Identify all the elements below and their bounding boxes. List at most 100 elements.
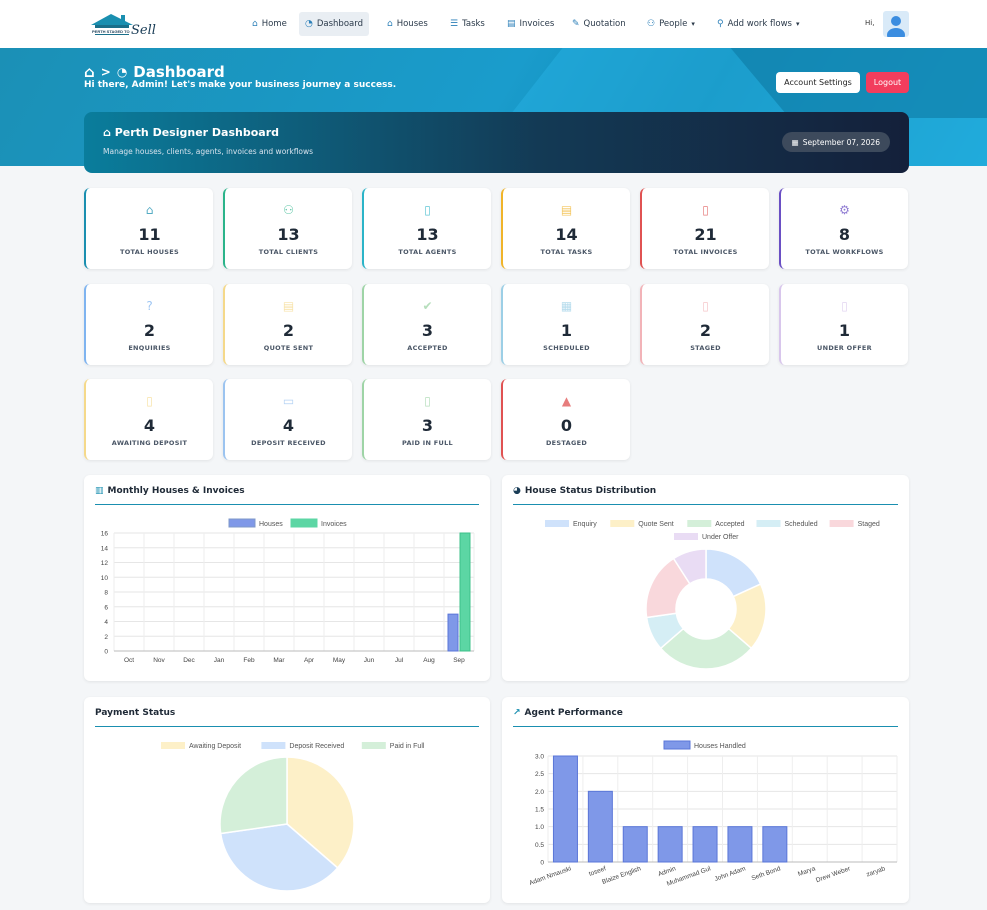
y-tick-label: 2.5 — [535, 771, 544, 778]
stat-label: ENQUIRIES — [128, 344, 171, 352]
logo[interactable]: PERTH STAGED TO Sell — [89, 11, 161, 38]
stat-value: 1 — [838, 321, 851, 340]
stat-card-total-invoices[interactable]: ▯ 21 TOTAL INVOICES — [640, 188, 769, 269]
stat-value: 4 — [143, 416, 156, 435]
stat-card-deposit-received[interactable]: ▭ 4 DEPOSIT RECEIVED — [223, 379, 352, 460]
hourglass-icon: ▯ — [146, 394, 153, 408]
stat-card-quote-sent[interactable]: ▤ 2 QUOTE SENT — [223, 284, 352, 365]
nav-add-workflows[interactable]: ⚲ Add work flows ▾ — [711, 12, 805, 36]
y-tick-label: 16 — [101, 531, 109, 538]
stat-card-total-tasks[interactable]: ▤ 14 TOTAL TASKS — [501, 188, 630, 269]
y-tick-label: 0.5 — [535, 842, 544, 849]
legend-swatch — [228, 518, 256, 528]
nav-home[interactable]: ⌂ Home — [246, 12, 293, 36]
cogs-icon: ⚙ — [839, 203, 850, 217]
bar — [552, 755, 578, 863]
x-tick-label: Mar — [273, 657, 285, 664]
logout-button[interactable]: Logout — [866, 72, 909, 93]
workflow-icon: ⚲ — [717, 19, 724, 29]
legend-label: Accepted — [715, 521, 744, 528]
nav-dashboard-label: Dashboard — [316, 19, 363, 29]
invoice-icon: ▯ — [702, 203, 709, 217]
agent-icon: ▯ — [424, 203, 431, 217]
legend-swatch — [687, 520, 712, 527]
nav-invoices[interactable]: ▤ Invoices — [501, 12, 560, 36]
legend-swatch — [829, 520, 854, 527]
legend-swatch — [756, 520, 781, 527]
bar — [692, 826, 718, 863]
stat-value: 2 — [699, 321, 712, 340]
payment-chart: Awaiting Deposit Deposit Received Paid in … — [161, 742, 425, 892]
stat-card-enquiries[interactable]: ? 2 ENQUIRIES — [84, 284, 213, 365]
svg-text:Sell: Sell — [131, 23, 156, 38]
banner-title: ⌂ Perth Designer Dashboard — [103, 126, 279, 139]
stat-label: TOTAL TASKS — [540, 248, 593, 256]
x-tick-label: toseef — [588, 865, 607, 878]
stat-value: 3 — [421, 416, 434, 435]
stat-label: DEPOSIT RECEIVED — [251, 439, 326, 447]
staged-icon: ▯ — [702, 299, 709, 313]
home-icon[interactable]: ⌂ — [84, 63, 95, 81]
legend-label: Staged — [858, 521, 880, 528]
y-tick-label: 10 — [101, 575, 109, 582]
nav-tasks[interactable]: ☰ Tasks — [444, 12, 491, 36]
banner-title-text: Perth Designer Dashboard — [114, 126, 279, 139]
agent-chart-panel: ↗ Agent Performance Houses Handled 0 0.5 1.0… — [502, 697, 909, 903]
stat-card-total-workflows[interactable]: ⚙ 8 TOTAL WORKFLOWS — [779, 188, 908, 269]
avatar[interactable] — [883, 11, 909, 37]
y-tick-label: 14 — [101, 545, 109, 552]
stat-card-paid-in-full[interactable]: ▯ 3 PAID IN FULL — [362, 379, 491, 460]
credit-card-icon: ▭ — [282, 394, 295, 408]
stat-card-total-clients[interactable]: ⚇ 13 TOTAL CLIENTS — [223, 188, 352, 269]
x-tick-label: Sep — [453, 657, 465, 664]
monthly-chart-panel: ▥ Monthly Houses & Invoices Houses Invoice… — [84, 475, 490, 681]
legend-swatch — [290, 518, 318, 528]
nav-workflows-label: Add work flows — [727, 19, 792, 29]
stat-card-awaiting-deposit[interactable]: ▯ 4 AWAITING DEPOSIT — [84, 379, 213, 460]
stat-label: UNDER OFFER — [817, 344, 872, 352]
stat-value: 11 — [138, 225, 161, 244]
payment-chart-panel: Payment Status Awaiting Deposit Deposit R… — [84, 697, 490, 903]
home-icon: ⌂ — [145, 203, 154, 217]
stat-card-under-offer[interactable]: ▯ 1 UNDER OFFER — [779, 284, 908, 365]
legend-swatch — [663, 740, 691, 750]
stat-label: SCHEDULED — [543, 344, 590, 352]
legend-label: Under Offer — [702, 534, 739, 541]
legend-swatch — [545, 520, 569, 527]
dashboard-icon: ◔ — [116, 65, 128, 79]
stat-card-total-agents[interactable]: ▯ 13 TOTAL AGENTS — [362, 188, 491, 269]
quotation-icon: ✎ — [572, 19, 580, 29]
stat-label: PAID IN FULL — [402, 439, 453, 447]
chevron-down-icon: ▾ — [691, 20, 695, 28]
legend-label: Paid in Full — [390, 743, 425, 750]
stat-card-destaged[interactable]: ▲ 0 DESTAGED — [501, 379, 630, 460]
nav-houses[interactable]: ⌂ Houses — [381, 12, 434, 36]
x-tick-label: Aug — [423, 657, 435, 664]
invoice-icon: ▤ — [507, 19, 516, 29]
svg-text:PERTH STAGED TO: PERTH STAGED TO — [92, 29, 130, 34]
stat-card-accepted[interactable]: ✔ 3 ACCEPTED — [362, 284, 491, 365]
stat-value: 13 — [416, 225, 439, 244]
house-icon: ⌂ — [387, 19, 393, 29]
nav-dashboard[interactable]: ◔ Dashboard — [299, 12, 369, 36]
nav-quotation[interactable]: ✎ Quotation — [566, 12, 632, 36]
stat-card-total-houses[interactable]: ⌂ 11 TOTAL HOUSES — [84, 188, 213, 269]
x-tick-label: Nov — [153, 657, 165, 664]
stat-value: 0 — [560, 416, 573, 435]
dashboard-icon: ◔ — [305, 19, 313, 29]
users-icon: ⚇ — [283, 203, 294, 217]
stat-value: 4 — [282, 416, 295, 435]
y-tick-label: 1.5 — [535, 807, 544, 814]
stat-value: 1 — [560, 321, 573, 340]
account-settings-button[interactable]: Account Settings — [776, 72, 860, 93]
nav-people[interactable]: ⚇ People ▾ — [641, 12, 701, 36]
stat-value: 3 — [421, 321, 434, 340]
stat-card-scheduled[interactable]: ▦ 1 SCHEDULED — [501, 284, 630, 365]
legend-label: Awaiting Deposit — [189, 743, 241, 750]
banner-subtitle: Manage houses, clients, agents, invoices… — [103, 147, 314, 156]
bar — [447, 613, 459, 652]
stat-card-staged[interactable]: ▯ 2 STAGED — [640, 284, 769, 365]
y-tick-label: 3.0 — [535, 754, 544, 761]
stat-label: STAGED — [690, 344, 721, 352]
stat-label: TOTAL HOUSES — [120, 248, 179, 256]
